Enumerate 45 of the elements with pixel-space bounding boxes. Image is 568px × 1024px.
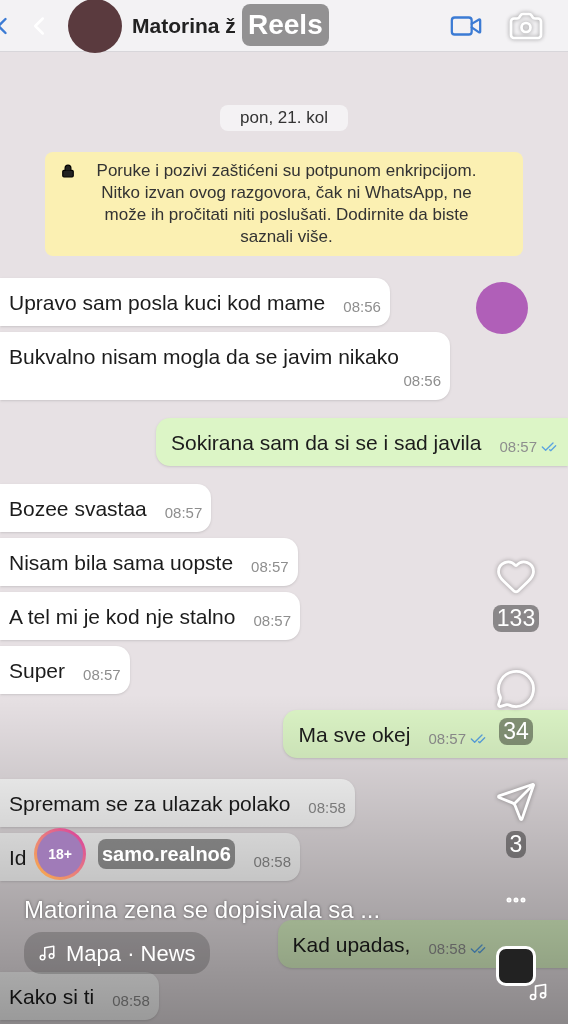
message-time: 08:57: [83, 665, 121, 685]
audio-thumbnail[interactable]: [496, 946, 536, 986]
message-text: Kako si ti: [9, 984, 95, 1010]
message-time: 08:56: [403, 371, 441, 391]
message-text: Bukvalno nisam mogla da se javim nikako: [9, 344, 399, 370]
send-icon[interactable]: [495, 781, 537, 823]
comment-icon[interactable]: [495, 668, 537, 710]
message-text: Kad upadas,: [291, 932, 411, 958]
message-text: Upravo sam posla kuci kod mame: [9, 290, 326, 316]
music-note-icon: [38, 944, 56, 962]
message-time: 08:58: [308, 798, 346, 818]
message-text: Bozee svastaa: [9, 496, 147, 522]
message-text: Sokirana sam da si se i sad javila: [169, 430, 482, 456]
message-time: 08:57: [164, 503, 203, 523]
message-text: Id: [9, 845, 27, 871]
message-time: 08:57: [428, 729, 466, 749]
username[interactable]: samo.realno6: [98, 839, 235, 869]
reels-title: Reels: [242, 4, 329, 46]
audio-pill[interactable]: Mapa · News: [24, 932, 210, 974]
avatar-label: 18+: [48, 844, 72, 864]
message-time: 08:58: [428, 939, 466, 959]
music-note-icon: [528, 982, 548, 1002]
message-time: 08:56: [343, 297, 381, 317]
caption[interactable]: Matorina zena se dopisivala sa ...: [24, 896, 381, 924]
message-time: 08:58: [253, 852, 291, 872]
message-text: Super: [9, 658, 66, 684]
encryption-notice[interactable]: Poruke i pozivi zaštićeni su potpunom enkripcijom. Nitko izvan ovog razgovora, čak ni WhatsApp, ne može ih pročitati niti poslušati. Dodirnite da biste saznali više.: [45, 152, 523, 256]
message-text: Ma sve okej: [297, 722, 411, 748]
action-count: 34: [499, 718, 533, 745]
audio-title: Mapa · News: [66, 939, 196, 968]
sender-avatar: [476, 282, 528, 334]
message-time: 08:58: [112, 991, 150, 1011]
action-count: 3: [505, 831, 527, 858]
message-time: 08:57: [251, 557, 289, 577]
action-count: 133: [492, 605, 540, 632]
message-time: 08:57: [499, 437, 537, 457]
message-text: Nisam bila sama uopste: [9, 550, 234, 576]
lock-icon: [61, 164, 75, 178]
message-time: 08:57: [253, 611, 291, 631]
message-text: Spremam se za ulazak polako: [9, 791, 291, 817]
notice-text: Poruke i pozivi zaštićeni su potpunom enkripcijom. Nitko izvan ovog razgovora, čak ni WhatsApp, ne može ih pročitati niti poslušati. Dodirnite da biste saznali više.: [95, 160, 478, 248]
contact-avatar: [68, 0, 122, 53]
message-text: A tel mi je kod nje stalno: [9, 604, 236, 630]
date-label: pon, 21. kol: [220, 105, 348, 131]
contact-name: Matorina ž: [132, 12, 236, 39]
